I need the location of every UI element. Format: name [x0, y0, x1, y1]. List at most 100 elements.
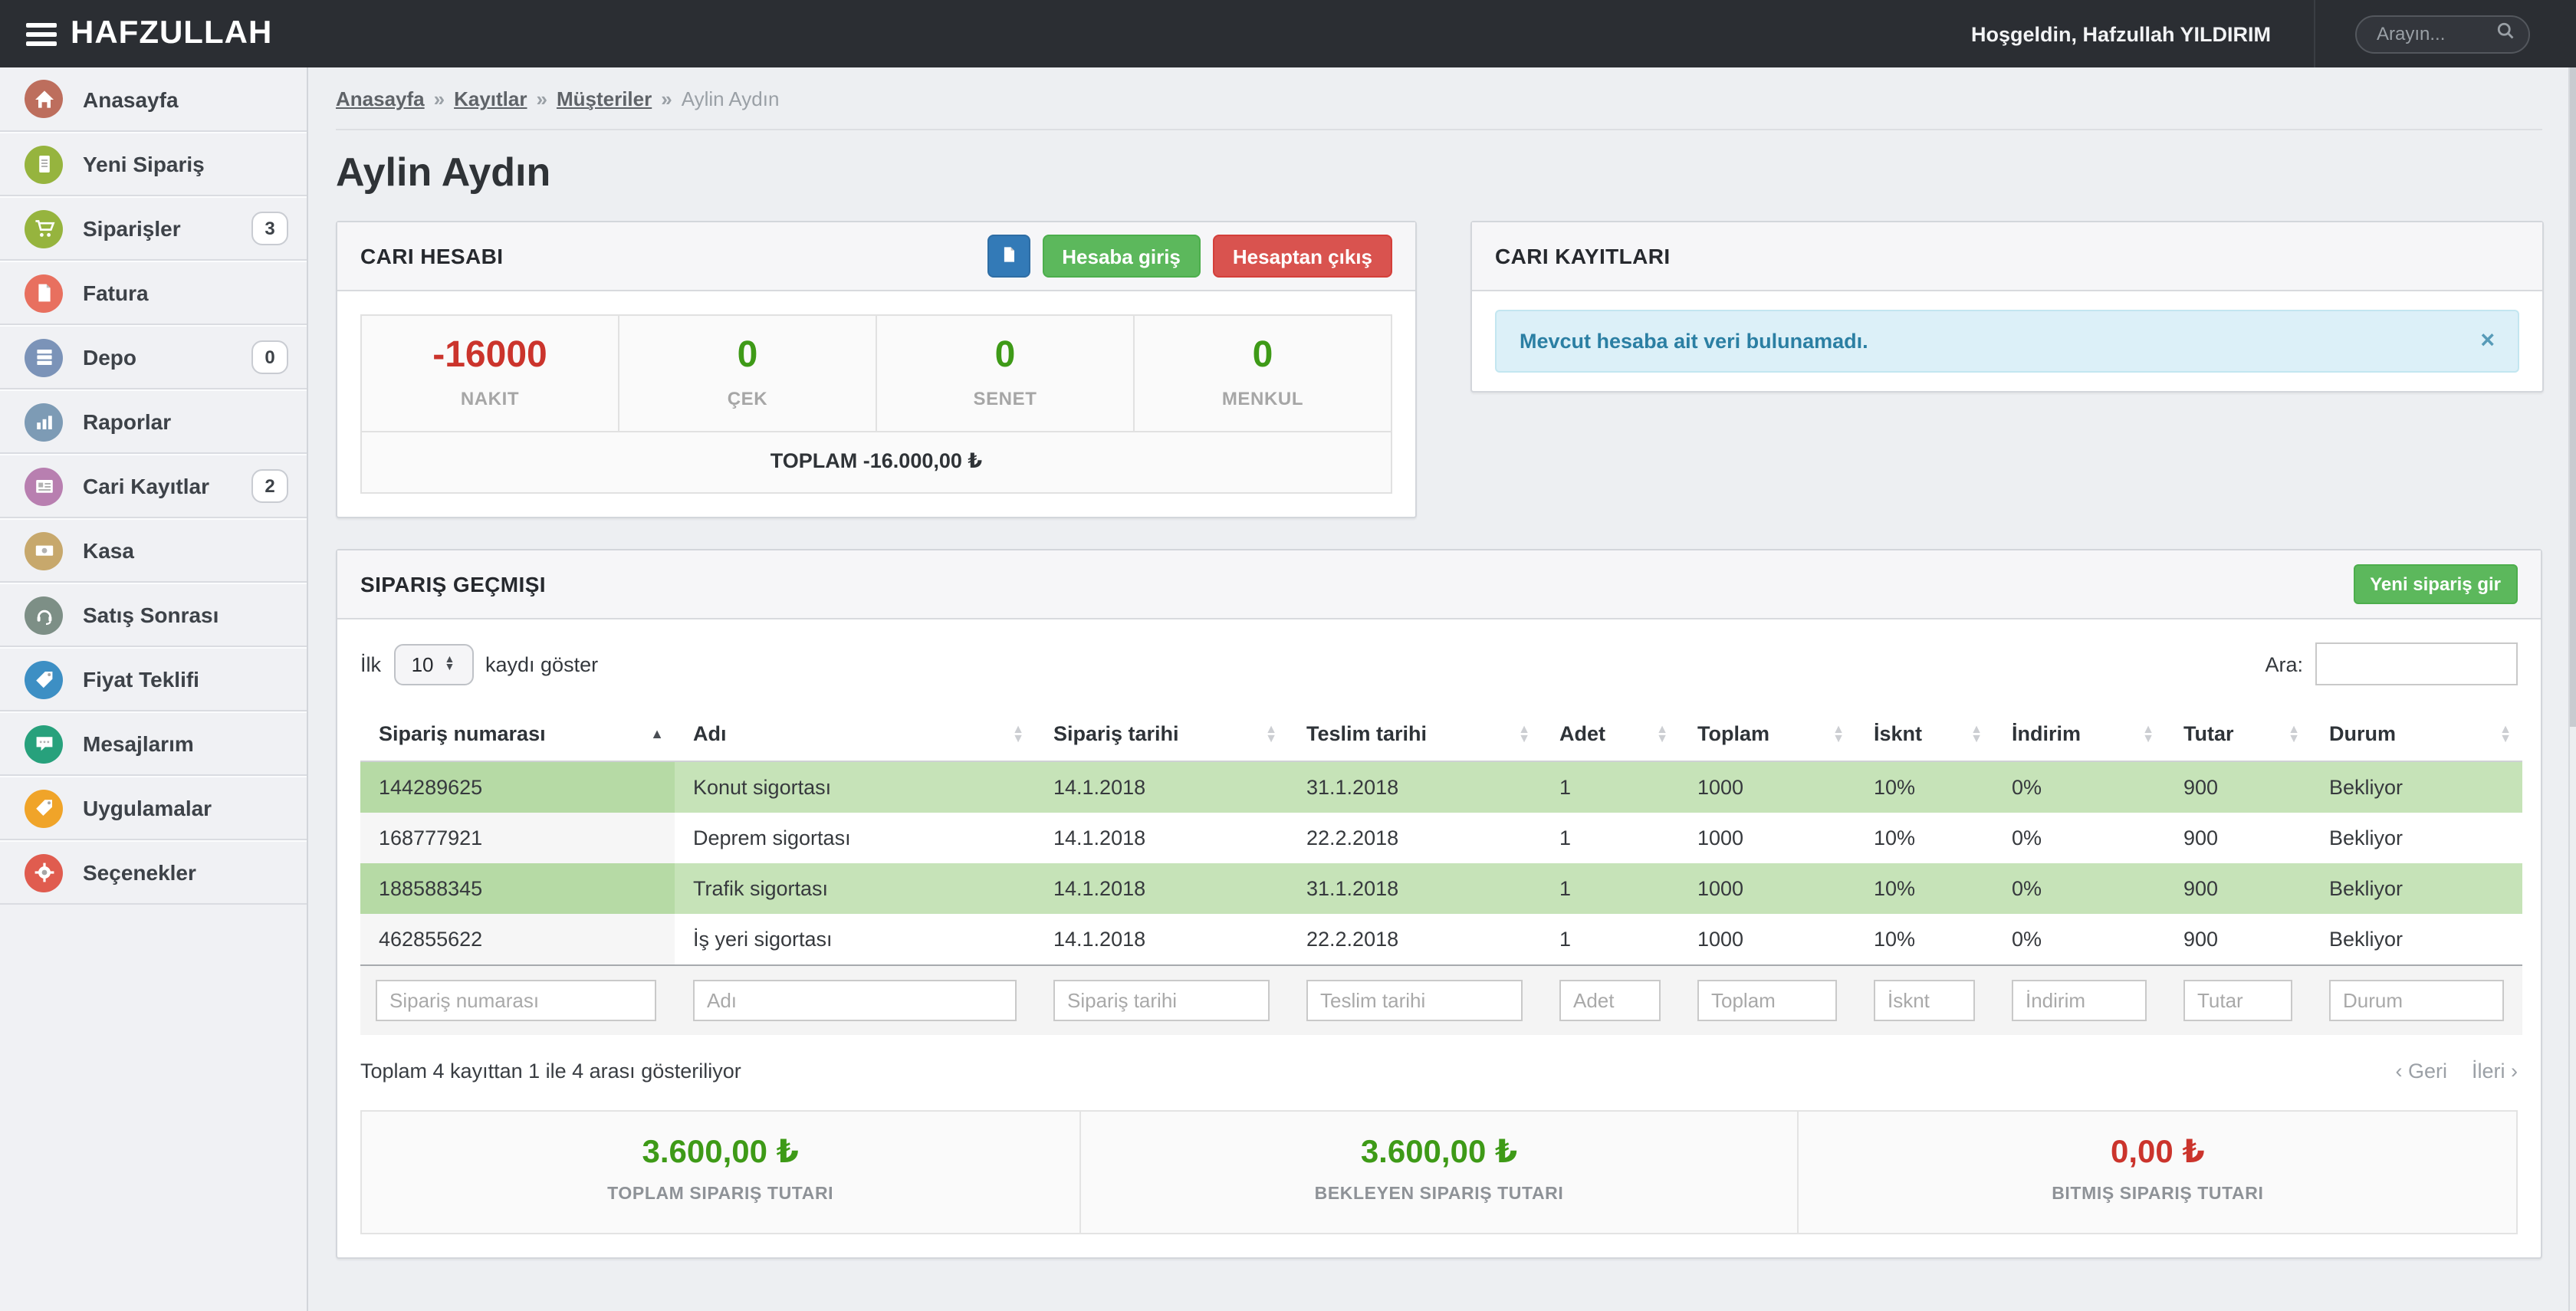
table-row[interactable]: 462855622İş yeri sigortası14.1.201822.2.… [360, 914, 2522, 965]
receipt-icon [25, 145, 63, 183]
warehouse-icon [25, 338, 63, 376]
table-cell: Bekliyor [2311, 813, 2522, 863]
export-document-button[interactable] [987, 235, 1030, 278]
sort-icon [1656, 724, 1668, 743]
cart-icon [25, 209, 63, 248]
id-card-icon [25, 467, 63, 505]
cari-kayitlari-title: CARI KAYITLARI [1495, 244, 1671, 268]
search-icon [2495, 19, 2516, 48]
sort-icon [1970, 724, 1983, 743]
table-cell: Trafik sigortası [675, 863, 1035, 914]
sidebar-item-secenekler[interactable]: Seçenekler [0, 840, 307, 905]
tag-icon [25, 789, 63, 827]
sidebar-item-siparisler[interactable]: Siparişler 3 [0, 196, 307, 261]
global-search-input[interactable] [2374, 21, 2495, 46]
orders-tbody: 144289625Konut sigortası14.1.201831.1.20… [360, 761, 2522, 965]
table-row[interactable]: 168777921Deprem sigortası14.1.201822.2.2… [360, 813, 2522, 863]
sidebar-item-fatura[interactable]: Fatura [0, 261, 307, 325]
depo-count-badge: 0 [251, 340, 288, 374]
breadcrumb-link-kayitlar[interactable]: Kayıtlar [454, 87, 527, 110]
price-tag-icon [25, 660, 63, 698]
filter-siparis-tarihi-input[interactable] [1053, 980, 1270, 1021]
sidebar-item-raporlar[interactable]: Raporlar [0, 389, 307, 454]
table-cell: Bekliyor [2311, 914, 2522, 965]
hesaba-giris-button[interactable]: Hesaba giriş [1042, 235, 1201, 278]
stat-senet: 0 SENET [876, 316, 1133, 431]
table-cell: 900 [2165, 813, 2311, 863]
table-search-label: Ara: [2265, 652, 2303, 675]
vertical-scrollbar[interactable] [2568, 67, 2576, 1311]
filter-indirim-input[interactable] [2012, 980, 2147, 1021]
column-header-indirim[interactable]: İndirim [1993, 707, 2165, 761]
sort-icon [2499, 724, 2512, 743]
column-header-durum[interactable]: Durum [2311, 707, 2522, 761]
filter-adet-input[interactable] [1559, 980, 1661, 1021]
sidebar-item-mesajlarim[interactable]: Mesajlarım [0, 711, 307, 776]
table-cell: 1000 [1679, 914, 1855, 965]
filter-teslim-tarihi-input[interactable] [1306, 980, 1523, 1021]
column-header-toplam[interactable]: Toplam [1679, 707, 1855, 761]
column-header-teslim-tarihi[interactable]: Teslim tarihi [1288, 707, 1541, 761]
pagination-prev-button[interactable]: ‹ Geri [2396, 1060, 2448, 1083]
column-header-tutar[interactable]: Tutar [2165, 707, 2311, 761]
cari-hesabi-title: CARI HESABI [360, 244, 503, 268]
scrollbar-thumb[interactable] [2570, 67, 2576, 727]
table-row[interactable]: 144289625Konut sigortası14.1.201831.1.20… [360, 761, 2522, 813]
sidebar-item-kasa[interactable]: Kasa [0, 518, 307, 583]
filter-isknt-input[interactable] [1874, 980, 1975, 1021]
column-header-adi[interactable]: Adı [675, 707, 1035, 761]
table-cell: 1 [1541, 813, 1679, 863]
sidebar-item-uygulamalar[interactable]: Uygulamalar [0, 776, 307, 840]
sidebar-item-cari-kayitlar[interactable]: Cari Kayıtlar 2 [0, 454, 307, 518]
filter-durum-input[interactable] [2329, 980, 2504, 1021]
breadcrumb-divider [336, 129, 2542, 130]
sort-icon [1265, 724, 1277, 743]
breadcrumb-link-musteriler[interactable]: Müşteriler [557, 87, 652, 110]
column-header-isknt[interactable]: İsknt [1855, 707, 1993, 761]
table-search-input[interactable] [2315, 642, 2518, 685]
sidebar-nav: Anasayfa Yeni Sipariş Siparişler 3 Fatur… [0, 67, 307, 905]
table-cell: 0% [1993, 863, 2165, 914]
breadcrumb-link-anasayfa[interactable]: Anasayfa [336, 87, 425, 110]
table-cell: 22.2.2018 [1288, 813, 1541, 863]
yeni-siparis-gir-button[interactable]: Yeni sipariş gir [2353, 564, 2518, 604]
close-icon[interactable]: × [2480, 330, 2495, 352]
sidebar-item-depo[interactable]: Depo 0 [0, 325, 307, 389]
pagination-next-button[interactable]: İleri › [2472, 1060, 2518, 1083]
table-cell: 31.1.2018 [1288, 863, 1541, 914]
summary-bekleyen: 3.600,00 ₺ BEKLEYEN SIPARIŞ TUTARI [1079, 1112, 1797, 1233]
stat-nakit: -16000 NAKIT [362, 316, 618, 431]
table-cell: Deprem sigortası [675, 813, 1035, 863]
column-header-adet[interactable]: Adet [1541, 707, 1679, 761]
column-header-siparis-tarihi[interactable]: Sipariş tarihi [1035, 707, 1288, 761]
filter-tutar-input[interactable] [2183, 980, 2292, 1021]
filter-toplam-input[interactable] [1697, 980, 1837, 1021]
filter-adi-input[interactable] [693, 980, 1017, 1021]
table-cell: 10% [1855, 863, 1993, 914]
sidebar: Anasayfa Yeni Sipariş Siparişler 3 Fatur… [0, 67, 308, 1311]
headset-icon [25, 596, 63, 634]
table-cell: 14.1.2018 [1035, 813, 1288, 863]
hesaptan-cikis-button[interactable]: Hesaptan çıkış [1213, 235, 1392, 278]
summary-toplam: 3.600,00 ₺ TOPLAM SIPARIŞ TUTARI [362, 1112, 1079, 1233]
sidebar-item-fiyat-teklifi[interactable]: Fiyat Teklifi [0, 647, 307, 711]
top-bar: HAFZULLAH Hoşgeldin, Hafzullah YILDIRIM [0, 0, 2576, 67]
sidebar-item-anasayfa[interactable]: Anasayfa [0, 67, 307, 132]
cari-kayitlar-count-badge: 2 [251, 469, 288, 503]
table-cell: Bekliyor [2311, 761, 2522, 813]
column-header-siparis-numarasi[interactable]: Sipariş numarası [360, 707, 675, 761]
order-summary: 3.600,00 ₺ TOPLAM SIPARIŞ TUTARI 3.600,0… [360, 1110, 2518, 1234]
table-cell: Bekliyor [2311, 863, 2522, 914]
filter-siparis-numarasi-input[interactable] [376, 980, 656, 1021]
sort-icon [1518, 724, 1530, 743]
sidebar-item-satis-sonrasi[interactable]: Satış Sonrası [0, 583, 307, 647]
sort-icon [1012, 724, 1024, 743]
page-length-select[interactable]: 10 [393, 643, 473, 685]
info-alert-text: Mevcut hesaba ait veri bulunamadı. [1520, 330, 1868, 353]
siparis-gecmisi-panel: SIPARIŞ GEÇMIŞI Yeni sipariş gir İlk 10 … [336, 549, 2542, 1259]
hamburger-menu-icon[interactable] [26, 22, 57, 45]
table-cell: 1000 [1679, 761, 1855, 813]
sidebar-item-yeni-siparis[interactable]: Yeni Sipariş [0, 132, 307, 196]
table-row[interactable]: 188588345Trafik sigortası14.1.201831.1.2… [360, 863, 2522, 914]
global-search[interactable] [2355, 15, 2530, 53]
